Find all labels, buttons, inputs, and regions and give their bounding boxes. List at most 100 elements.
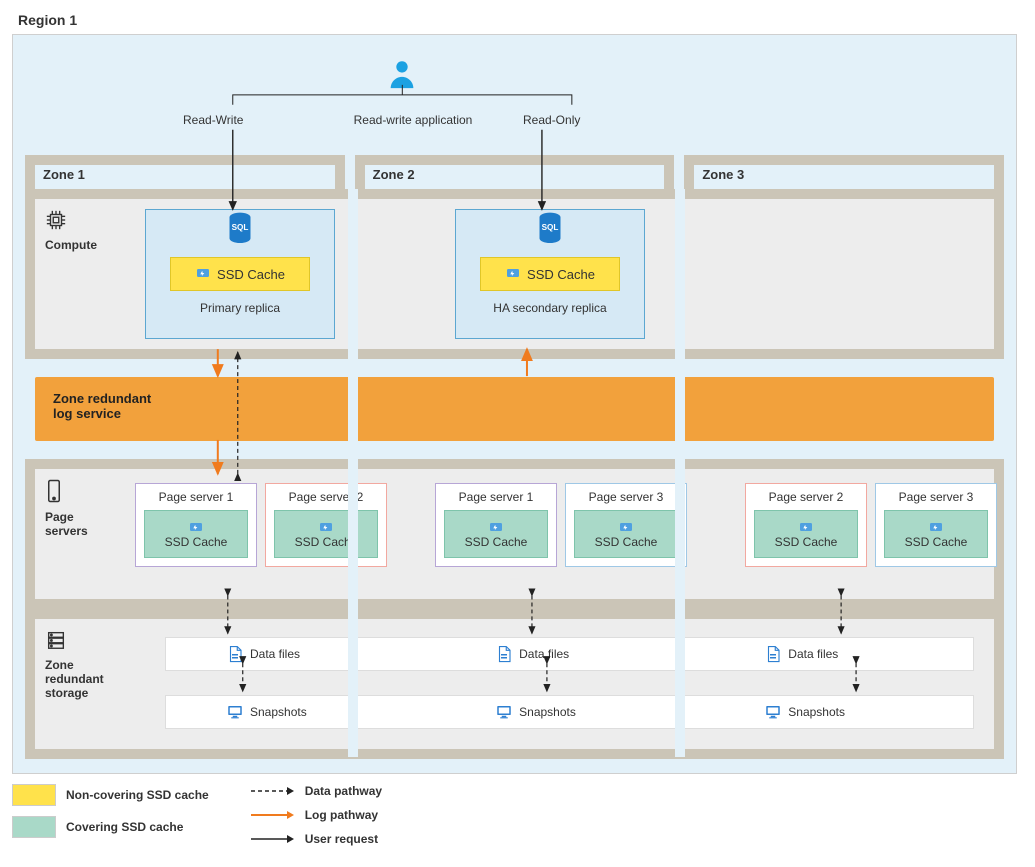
ssd-icon — [618, 519, 634, 535]
data-files-item: Data files — [166, 645, 435, 663]
chip-icon — [45, 209, 115, 234]
primary-replica-caption: Primary replica — [146, 301, 334, 315]
page-servers-label: Page servers — [45, 479, 115, 538]
ssd-icon — [928, 519, 944, 535]
ssd-icon — [488, 519, 504, 535]
snapshot-item: Snapshots — [435, 703, 704, 721]
ssd-icon — [318, 519, 334, 535]
page-servers-band: Page servers Page server 1 SSD Cache Pag… — [25, 459, 1004, 609]
compute-label: Compute — [45, 209, 115, 252]
ssd-label: SSD Cache — [595, 535, 658, 549]
storage-band: Zone redundant storage Data files Data f… — [25, 609, 1004, 759]
sql-database-icon: SQL — [536, 236, 564, 251]
ssd-label: SSD Cache — [217, 267, 285, 282]
read-write-path-label: Read-Write — [183, 113, 243, 127]
page-server-ssd-cache: SSD Cache — [274, 510, 378, 558]
swatch-yellow — [12, 784, 56, 806]
ssd-icon — [188, 519, 204, 535]
secondary-replica-caption: HA secondary replica — [456, 301, 644, 315]
page-server-card: Page server 2 SSD Cache — [745, 483, 867, 567]
page-server-ssd-cache: SSD Cache — [574, 510, 678, 558]
page-server-title: Page server 1 — [440, 490, 552, 504]
page-server-card: Page server 2 SSD Cache — [265, 483, 387, 567]
snapshot-label: Snapshots — [250, 705, 307, 719]
sql-database-icon: SQL — [226, 236, 254, 251]
legend-data-pathway: Data pathway — [249, 784, 382, 798]
page-servers-zone3: Page server 2 SSD Cache Page server 3 SS… — [745, 483, 997, 567]
page-server-ssd-cache: SSD Cache — [754, 510, 858, 558]
data-files-item: Data files — [704, 645, 973, 663]
data-files-item: Data files — [435, 645, 704, 663]
ssd-label: SSD Cache — [165, 535, 228, 549]
monitor-icon — [226, 703, 244, 721]
legend-label: Log pathway — [305, 808, 378, 822]
snapshot-label: Snapshots — [788, 705, 845, 719]
page-server-title: Page server 2 — [270, 490, 382, 504]
page-server-title: Page server 1 — [140, 490, 252, 504]
user-app-label: Read-write application — [353, 113, 473, 127]
data-files-label: Data files — [788, 647, 838, 661]
snapshot-item: Snapshots — [704, 703, 973, 721]
zone-header-3: Zone 3 — [684, 155, 1004, 189]
file-icon — [764, 645, 782, 663]
legend-noncovering: Non-covering SSD cache — [12, 784, 209, 806]
ssd-label: SSD Cache — [775, 535, 838, 549]
page-server-card: Page server 3 SSD Cache — [565, 483, 687, 567]
zone-header-1: Zone 1 — [25, 155, 345, 189]
svg-text:SQL: SQL — [232, 223, 249, 232]
ssd-label: SSD Cache — [905, 535, 968, 549]
legend-label: User request — [305, 832, 378, 846]
snapshots-row: Snapshots Snapshots Snapshots — [165, 695, 974, 729]
page-server-title: Page server 3 — [880, 490, 992, 504]
region-container: Read-Write Read-write application Read-O… — [12, 34, 1017, 774]
legend-covering: Covering SSD cache — [12, 816, 209, 838]
zone-separator — [675, 189, 685, 757]
read-only-path-label: Read-Only — [523, 113, 580, 127]
snapshot-label: Snapshots — [519, 705, 576, 719]
page-server-title: Page server 2 — [750, 490, 862, 504]
page-server-card: Page server 1 SSD Cache — [435, 483, 557, 567]
storage-label-text: Zone redundant storage — [45, 658, 104, 700]
page-server-ssd-cache: SSD Cache — [444, 510, 548, 558]
server-icon — [45, 629, 115, 654]
log-service-label: Zone redundant log service — [53, 391, 151, 421]
file-icon — [495, 645, 513, 663]
region-title: Region 1 — [18, 12, 1023, 28]
zone-header-2: Zone 2 — [355, 155, 675, 189]
ssd-icon — [505, 265, 521, 284]
log-service-band: Zone redundant log service — [35, 377, 994, 441]
primary-ssd-cache: SSD Cache — [170, 257, 310, 291]
monitor-icon — [495, 703, 513, 721]
page-servers-zone2: Page server 1 SSD Cache Page server 3 SS… — [435, 483, 687, 567]
compute-band: Compute SQL SSD Cache Primary replica — [25, 189, 1004, 359]
legend-user-request: User request — [249, 832, 382, 846]
page-server-ssd-cache: SSD Cache — [884, 510, 988, 558]
zone-headers: Zone 1 Zone 2 Zone 3 — [25, 155, 1004, 189]
ssd-label: SSD Cache — [527, 267, 595, 282]
snapshot-item: Snapshots — [166, 703, 435, 721]
zone-separator — [348, 189, 358, 757]
ssd-label: SSD Cache — [465, 535, 528, 549]
data-files-label: Data files — [250, 647, 300, 661]
phone-icon — [45, 479, 115, 506]
data-files-label: Data files — [519, 647, 569, 661]
legend-label: Covering SSD cache — [66, 820, 183, 834]
legend: Non-covering SSD cache Covering SSD cach… — [12, 784, 1023, 846]
secondary-replica: SQL SSD Cache HA secondary replica — [455, 209, 645, 339]
legend-label: Data pathway — [305, 784, 382, 798]
legend-log-pathway: Log pathway — [249, 808, 382, 822]
data-files-row: Data files Data files Data files — [165, 637, 974, 671]
page-server-title: Page server 3 — [570, 490, 682, 504]
storage-label: Zone redundant storage — [45, 629, 115, 700]
swatch-green — [12, 816, 56, 838]
legend-label: Non-covering SSD cache — [66, 788, 209, 802]
page-server-card: Page server 1 SSD Cache — [135, 483, 257, 567]
page-server-ssd-cache: SSD Cache — [144, 510, 248, 558]
file-icon — [226, 645, 244, 663]
page-servers-label-text: Page servers — [45, 510, 88, 538]
page-server-card: Page server 3 SSD Cache — [875, 483, 997, 567]
monitor-icon — [764, 703, 782, 721]
compute-label-text: Compute — [45, 238, 97, 252]
user-icon — [385, 57, 419, 94]
ssd-icon — [798, 519, 814, 535]
